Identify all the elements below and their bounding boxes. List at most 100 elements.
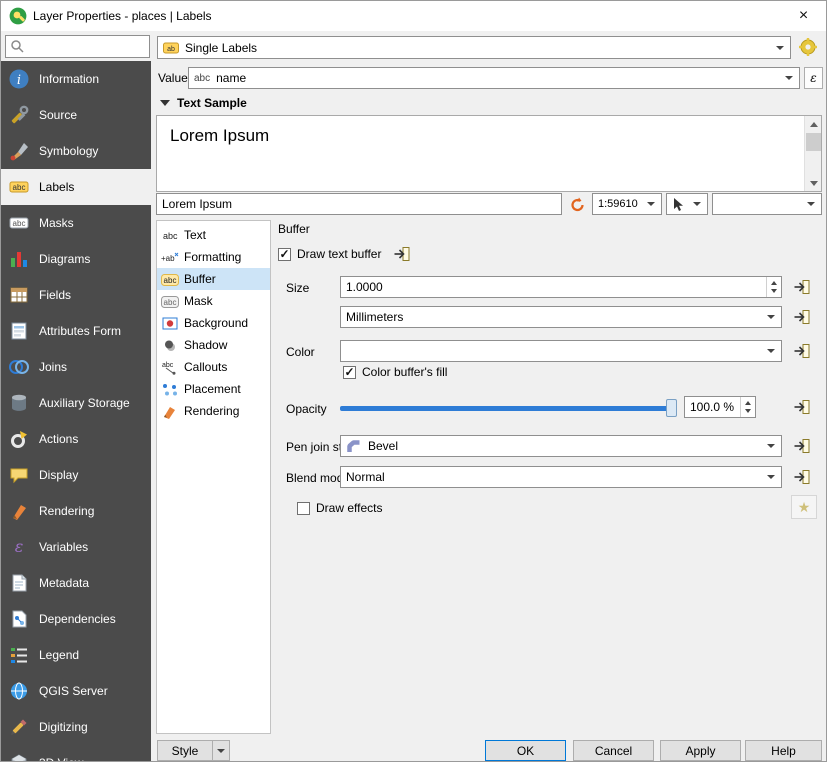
- sidebar-item-dependencies[interactable]: Dependencies: [1, 601, 151, 637]
- data-defined-override-pen-join[interactable]: [790, 434, 814, 458]
- opacity-spinbox[interactable]: 100.0 %: [684, 396, 756, 418]
- value-field-combo[interactable]: abc name: [188, 67, 800, 89]
- tab-label: Rendering: [184, 404, 239, 418]
- style-menu-button[interactable]: Style: [157, 740, 230, 761]
- sidebar-item-auxiliary-storage[interactable]: Auxiliary Storage: [1, 385, 151, 421]
- sidebar-item-label: Diagrams: [39, 252, 90, 266]
- map-settings-combo[interactable]: [666, 193, 708, 215]
- data-defined-icon: [392, 244, 412, 264]
- sample-text-input[interactable]: [156, 193, 562, 215]
- color-buffer-fill-checkbox[interactable]: [343, 366, 356, 379]
- placement-tab-icon: [161, 382, 179, 397]
- sidebar-item-labels[interactable]: abc Labels: [1, 169, 151, 205]
- sidebar-item-label: Auxiliary Storage: [39, 396, 130, 410]
- slider-handle[interactable]: [666, 399, 677, 417]
- buffer-tab-icon: abc: [161, 272, 179, 287]
- svg-text:abc: abc: [164, 276, 177, 285]
- sidebar-item-symbology[interactable]: Symbology: [1, 133, 151, 169]
- tab-label: Shadow: [184, 338, 227, 352]
- close-button[interactable]: ×: [781, 1, 826, 31]
- tab-text[interactable]: abc Text: [157, 224, 270, 246]
- section-collapse-icon[interactable]: [160, 100, 170, 106]
- value-label: Value: [158, 71, 188, 85]
- blend-mode-value: Normal: [346, 470, 385, 484]
- spin-arrows[interactable]: [740, 397, 755, 417]
- draw-text-buffer-label: Draw text buffer: [297, 247, 381, 261]
- chevron-down-icon: [767, 475, 775, 479]
- cancel-button[interactable]: Cancel: [573, 740, 654, 761]
- sidebar-item-fields[interactable]: Fields: [1, 277, 151, 313]
- labeling-mode-value: Single Labels: [185, 41, 257, 55]
- draw-text-buffer-checkbox[interactable]: [278, 248, 291, 261]
- buffer-units-combo[interactable]: Millimeters: [340, 306, 782, 328]
- preview-background-combo[interactable]: [712, 193, 822, 215]
- sidebar-item-information[interactable]: i Information: [1, 61, 151, 97]
- labels-icon: abc: [8, 176, 30, 198]
- sidebar-item-diagrams[interactable]: Diagrams: [1, 241, 151, 277]
- sidebar-item-display[interactable]: Display: [1, 457, 151, 493]
- sidebar-item-legend[interactable]: Legend: [1, 637, 151, 673]
- sidebar-item-rendering[interactable]: Rendering: [1, 493, 151, 529]
- scale-value: 1:59610: [598, 198, 638, 210]
- actions-icon: [8, 428, 30, 450]
- opacity-slider[interactable]: [340, 398, 677, 418]
- effects-settings-button[interactable]: ★: [791, 495, 817, 519]
- sidebar-item-label: Attributes Form: [39, 324, 121, 338]
- sidebar-item-masks[interactable]: abc Masks: [1, 205, 151, 241]
- scroll-up-button[interactable]: [805, 116, 822, 132]
- expression-builder-button[interactable]: ε: [804, 67, 823, 89]
- reset-sample-button[interactable]: [565, 193, 589, 215]
- sidebar-item-3d-view[interactable]: 3D View: [1, 745, 151, 761]
- tab-shadow[interactable]: Shadow: [157, 334, 270, 356]
- preview-scale-combo[interactable]: 1:59610: [592, 193, 662, 215]
- style-button-label: Style: [158, 744, 212, 758]
- ok-button[interactable]: OK: [485, 740, 566, 761]
- digitizing-icon: [8, 716, 30, 738]
- sidebar-item-digitizing[interactable]: Digitizing: [1, 709, 151, 745]
- data-defined-override-units[interactable]: [790, 305, 814, 329]
- svg-text:i: i: [17, 73, 21, 88]
- tab-buffer[interactable]: abc Buffer: [157, 268, 270, 290]
- blend-mode-combo[interactable]: Normal: [340, 466, 782, 488]
- labeling-mode-combo[interactable]: ab Single Labels: [157, 36, 791, 59]
- buffer-size-spinbox[interactable]: 1.0000: [340, 276, 782, 298]
- sidebar-item-variables[interactable]: ε Variables: [1, 529, 151, 565]
- help-button[interactable]: Help: [745, 740, 822, 761]
- size-value: 1.0000: [346, 280, 766, 294]
- spin-arrows[interactable]: [766, 277, 781, 297]
- buffer-color-picker[interactable]: [340, 340, 782, 362]
- undo-icon: [569, 196, 586, 213]
- data-defined-override-draw-buffer[interactable]: [390, 242, 414, 266]
- tab-rendering[interactable]: Rendering: [157, 400, 270, 422]
- data-defined-override-blend-mode[interactable]: [790, 465, 814, 489]
- preview-scrollbar: [804, 116, 821, 191]
- sidebar-item-label: Masks: [39, 216, 74, 230]
- sidebar-item-source[interactable]: Source: [1, 97, 151, 133]
- scroll-down-button[interactable]: [805, 175, 822, 191]
- sidebar-item-qgis-server[interactable]: QGIS Server: [1, 673, 151, 709]
- pen-join-style-combo[interactable]: Bevel: [340, 435, 782, 457]
- sidebar-item-attributes-form[interactable]: Attributes Form: [1, 313, 151, 349]
- tab-placement[interactable]: Placement: [157, 378, 270, 400]
- sidebar-item-metadata[interactable]: Metadata: [1, 565, 151, 601]
- qgis-logo-icon: [9, 7, 27, 25]
- dependencies-icon: [8, 608, 30, 630]
- triangle-up-icon: [810, 122, 818, 127]
- data-defined-override-size[interactable]: [790, 275, 814, 299]
- tab-mask[interactable]: abc Mask: [157, 290, 270, 312]
- apply-button[interactable]: Apply: [660, 740, 741, 761]
- scrollbar-thumb[interactable]: [806, 133, 821, 151]
- draw-effects-checkbox[interactable]: [297, 502, 310, 515]
- sidebar-item-actions[interactable]: Actions: [1, 421, 151, 457]
- sidebar-item-joins[interactable]: Joins: [1, 349, 151, 385]
- data-defined-override-opacity[interactable]: [790, 395, 814, 419]
- sidebar-item-label: Symbology: [39, 144, 98, 158]
- data-defined-override-color[interactable]: [790, 339, 814, 363]
- tab-formatting[interactable]: +ab Formatting: [157, 246, 270, 268]
- automated-placement-settings-button[interactable]: [795, 35, 821, 59]
- tab-callouts[interactable]: abc Callouts: [157, 356, 270, 378]
- search-input[interactable]: [5, 35, 150, 58]
- spin-up-icon: [745, 401, 751, 405]
- tab-background[interactable]: Background: [157, 312, 270, 334]
- sidebar-item-label: Joins: [39, 360, 67, 374]
